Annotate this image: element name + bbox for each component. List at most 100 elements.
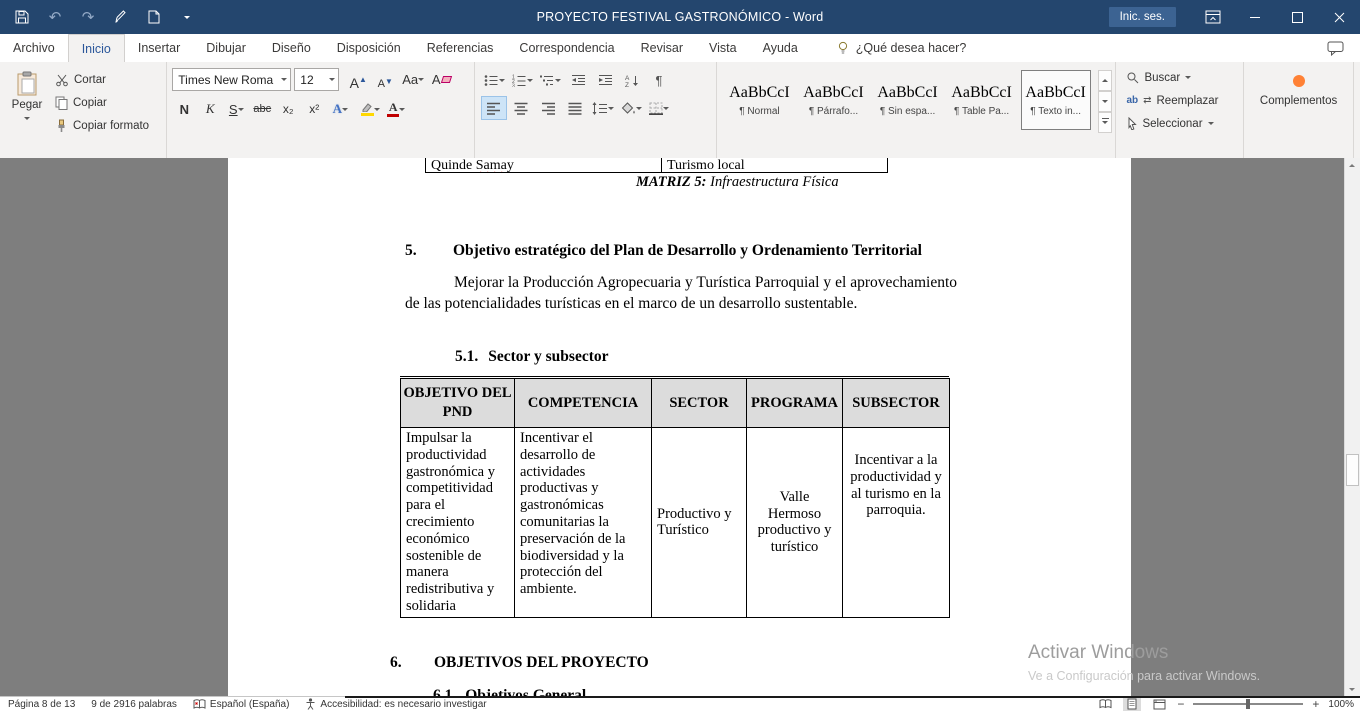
justify-button[interactable] <box>563 97 587 119</box>
cell-objetivo-pnd[interactable]: Impulsar la productividad gastronómica y… <box>401 428 515 618</box>
cell-sector[interactable]: Productivo y Turístico <box>652 428 747 618</box>
zoom-in-button[interactable]: + <box>1312 698 1319 710</box>
undo-icon[interactable]: ↶ <box>45 7 65 27</box>
tab-archivo[interactable]: Archivo <box>0 34 68 62</box>
ribbon-display-options-icon[interactable] <box>1192 0 1234 34</box>
redo-icon[interactable]: ↷ <box>78 7 98 27</box>
page-indicator[interactable]: Página 8 de 13 <box>8 699 75 710</box>
styles-scroll-up-icon[interactable] <box>1098 70 1113 91</box>
copy-button[interactable]: Copiar <box>51 92 153 113</box>
text-effects-button[interactable]: A <box>328 98 352 120</box>
paste-button[interactable]: Pegar <box>3 66 51 161</box>
borders-button[interactable] <box>647 97 671 119</box>
word-count[interactable]: 9 de 2916 palabras <box>91 699 177 710</box>
tab-referencias[interactable]: Referencias <box>414 34 507 62</box>
styles-gallery-more-icon[interactable] <box>1098 112 1113 133</box>
style-normal[interactable]: AaBbCcI ¶ Normal <box>724 70 794 130</box>
tell-me-box[interactable]: ¿Qué desea hacer? <box>837 34 967 62</box>
heading-5[interactable]: 5.Objetivo estratégico del Plan de Desar… <box>405 242 922 260</box>
heading-5-1[interactable]: 5.1.Sector y subsector <box>455 348 609 366</box>
header-sector[interactable]: SECTOR <box>652 379 747 428</box>
pilcrow-icon[interactable]: ¶ <box>647 69 671 91</box>
increase-indent-button[interactable] <box>593 69 617 91</box>
zoom-slider[interactable] <box>1193 703 1303 705</box>
italic-button[interactable]: K <box>198 98 222 120</box>
tab-ayuda[interactable]: Ayuda <box>750 34 811 62</box>
change-case-button[interactable]: Aa <box>400 69 426 90</box>
close-button[interactable] <box>1318 0 1360 34</box>
find-button[interactable]: Buscar <box>1119 66 1240 89</box>
style-texto-independiente[interactable]: AaBbCcI ¶ Texto in... <box>1021 70 1091 130</box>
select-button[interactable]: Seleccionar <box>1119 112 1240 135</box>
highlight-button[interactable] <box>358 98 382 120</box>
matriz5-cell-left[interactable]: Quinde Samay <box>425 158 662 173</box>
tab-diseno[interactable]: Diseño <box>259 34 324 62</box>
zoom-percentage[interactable]: 100% <box>1328 699 1354 710</box>
decrease-indent-button[interactable] <box>566 69 590 91</box>
style-table-paragraph[interactable]: AaBbCcI ¶ Table Pa... <box>947 70 1017 130</box>
font-name-combo[interactable]: Times New Roma <box>172 68 291 91</box>
multilevel-list-button[interactable] <box>538 69 563 91</box>
line-spacing-button[interactable] <box>590 97 616 119</box>
read-mode-button[interactable] <box>1096 698 1114 711</box>
format-painter-button[interactable]: Copiar formato <box>51 115 153 136</box>
document-page[interactable]: Quinde Samay Turismo local MATRIZ 5: Inf… <box>228 158 1131 697</box>
sector-table[interactable]: OBJETIVO DEL PND COMPETENCIA SECTOR PROG… <box>400 378 950 618</box>
cell-subsector[interactable]: Incentivar a la productividad y al turis… <box>843 428 950 618</box>
header-subsector[interactable]: SUBSECTOR <box>843 379 950 428</box>
cut-button[interactable]: Cortar <box>51 69 153 90</box>
cell-competencia[interactable]: Incentivar el desarrollo de actividades … <box>515 428 652 618</box>
save-icon[interactable] <box>12 7 32 27</box>
font-size-combo[interactable]: 12 <box>294 68 339 91</box>
underline-button[interactable]: S <box>224 98 248 120</box>
style-parrafo[interactable]: AaBbCcI ¶ Párrafo... <box>798 70 868 130</box>
header-objetivo-pnd[interactable]: OBJETIVO DEL PND <box>401 379 515 428</box>
bullets-button[interactable] <box>482 69 507 91</box>
vertical-scrollbar[interactable] <box>1344 158 1360 697</box>
tab-insertar[interactable]: Insertar <box>125 34 193 62</box>
minimize-button[interactable] <box>1234 0 1276 34</box>
zoom-slider-thumb[interactable] <box>1246 699 1250 709</box>
clear-formatting-button[interactable]: A <box>429 69 453 90</box>
web-layout-button[interactable] <box>1150 698 1168 711</box>
accessibility-status[interactable]: Accesibilidad: es necesario investigar <box>305 698 486 710</box>
align-center-button[interactable] <box>509 97 533 119</box>
tab-inicio[interactable]: Inicio <box>68 34 125 62</box>
language-indicator[interactable]: Español (España) <box>193 699 290 710</box>
sign-in-button[interactable]: Inic. ses. <box>1109 7 1176 27</box>
print-layout-button[interactable] <box>1123 698 1141 711</box>
comments-button[interactable] <box>1327 34 1360 62</box>
header-competencia[interactable]: COMPETENCIA <box>515 379 652 428</box>
sort-button[interactable]: AZ <box>620 69 644 91</box>
strikethrough-button[interactable]: abc <box>250 98 274 120</box>
scroll-down-icon[interactable] <box>1345 682 1359 697</box>
addins-button[interactable]: Complementos <box>1247 66 1350 107</box>
heading-6[interactable]: 6.OBJETIVOS DEL PROYECTO <box>390 654 649 672</box>
font-color-button[interactable]: A <box>384 98 408 120</box>
superscript-button[interactable]: x² <box>302 98 326 120</box>
bold-button[interactable]: N <box>172 98 196 120</box>
shading-button[interactable] <box>619 97 644 119</box>
customize-qat-icon[interactable] <box>177 7 197 27</box>
scrollbar-thumb[interactable] <box>1346 454 1359 486</box>
body-paragraph[interactable]: Mejorar la Producción Agropecuaria y Tur… <box>405 272 957 314</box>
maximize-button[interactable] <box>1276 0 1318 34</box>
grow-font-button[interactable]: A▲ <box>346 69 370 90</box>
tab-dibujar[interactable]: Dibujar <box>193 34 259 62</box>
header-programa[interactable]: PROGRAMA <box>747 379 843 428</box>
matriz5-table-row[interactable]: Quinde Samay Turismo local <box>425 158 888 173</box>
align-left-button[interactable] <box>482 97 506 119</box>
align-right-button[interactable] <box>536 97 560 119</box>
tab-revisar[interactable]: Revisar <box>628 34 696 62</box>
tab-correspondencia[interactable]: Correspondencia <box>506 34 627 62</box>
tab-vista[interactable]: Vista <box>696 34 750 62</box>
numbering-button[interactable]: 123 <box>510 69 535 91</box>
matriz5-cell-right[interactable]: Turismo local <box>662 158 888 173</box>
draw-pen-icon[interactable] <box>111 7 131 27</box>
subscript-button[interactable]: x₂ <box>276 98 300 120</box>
shrink-font-button[interactable]: A▼ <box>373 69 397 90</box>
styles-scroll-down-icon[interactable] <box>1098 91 1113 112</box>
table-caption[interactable]: MATRIZ 5: Infraestructura Física <box>636 174 839 191</box>
scroll-up-icon[interactable] <box>1345 158 1359 173</box>
new-document-icon[interactable] <box>144 7 164 27</box>
